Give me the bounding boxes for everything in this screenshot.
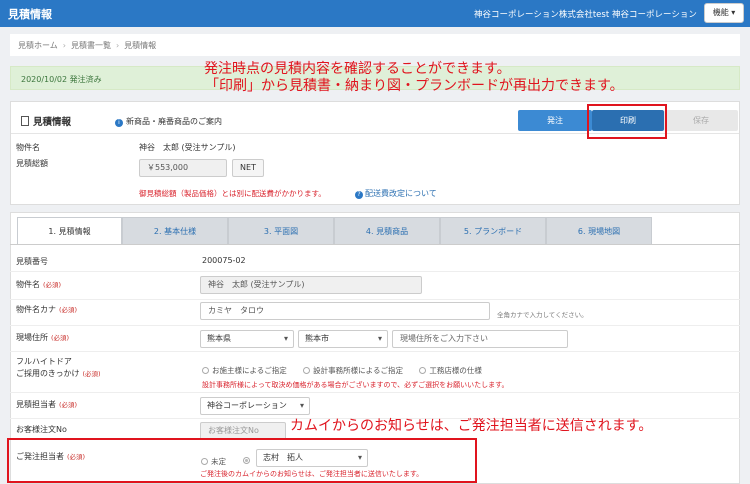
radio-owner-spec[interactable]: お施主様によるご指定 xyxy=(202,366,287,375)
total-label: 見積総額 xyxy=(16,159,48,168)
kana-label: 物件名カナ (必須) xyxy=(16,305,78,314)
site-address-input[interactable]: 現場住所をご入力下さい xyxy=(392,330,568,348)
annotation-line-2: 「印刷」から見積書・納まり図・プランボードが再出力できます。 xyxy=(205,78,624,94)
row-divider xyxy=(10,392,740,393)
radio-icon xyxy=(202,367,209,374)
prefecture-select[interactable]: 熊本県 xyxy=(200,330,294,348)
fullheight-note: 設計事務所様によって取決め価格がある場合がございますので、必ずご選択をお願いいた… xyxy=(202,381,509,389)
info-icon: i xyxy=(115,119,123,127)
save-button[interactable]: 保存 xyxy=(664,110,738,131)
kana-input[interactable]: カミヤ タロウ xyxy=(200,302,490,320)
city-select[interactable]: 熊本市 xyxy=(298,330,388,348)
row-divider xyxy=(10,299,740,300)
new-product-info-link[interactable]: i 新商品・廃番商品のご案内 xyxy=(115,116,222,127)
question-icon: ? xyxy=(355,191,363,199)
annotation-line-3: カムイからのお知らせは、ご発注担当者に送信されます。 xyxy=(290,418,653,434)
tab-plan-board[interactable]: 5. プランボード xyxy=(440,217,546,244)
net-button[interactable]: NET xyxy=(232,159,264,177)
status-text: 2020/10/02 発注済み xyxy=(21,75,102,84)
annotation-line-1: 発注時点の見積内容を確認することができます。 xyxy=(204,61,511,77)
fullheight-radio-group: お施主様によるご指定 設計事務所様によるご指定 工務店様の仕様 xyxy=(202,365,496,376)
tab-quote-info[interactable]: 1. 見積情報 xyxy=(17,217,122,244)
breadcrumb-current: 見積情報 xyxy=(124,41,157,50)
breadcrumb-home[interactable]: 見積ホーム xyxy=(18,41,58,50)
order-button[interactable]: 発注 xyxy=(518,110,592,131)
fullheight-label-line2: ご採用のきっかけ (必須) xyxy=(16,369,101,378)
top-bar: 見積情報 神谷コーポレーション株式会社test 神谷コーポレーション 機能 ▾ xyxy=(0,0,750,27)
breadcrumb-separator: › xyxy=(115,41,120,50)
row-divider xyxy=(10,271,740,272)
total-amount-field: ￥553,000 xyxy=(139,159,227,177)
property-name-input[interactable]: 神谷 太郎 (受注サンプル) xyxy=(200,276,422,294)
app-title: 見積情報 xyxy=(8,8,52,21)
radio-icon xyxy=(303,367,311,374)
quote-number-value: 200075-02 xyxy=(202,256,246,265)
print-highlight-box xyxy=(587,104,667,139)
customer-order-label: お客様注文No xyxy=(16,425,67,434)
property-name-value: 神谷 太郎 (受注サンプル) xyxy=(139,143,236,152)
staff-select[interactable]: 神谷コーポレーション xyxy=(200,397,310,415)
quote-number-label: 見積番号 xyxy=(16,257,48,266)
document-icon xyxy=(21,116,29,126)
delivery-fee-link[interactable]: ? 配送費改定について xyxy=(355,188,437,199)
caret-down-icon: ▾ xyxy=(731,8,736,17)
radio-builder-spec[interactable]: 工務店様の仕様 xyxy=(419,366,482,375)
tab-site-map[interactable]: 6. 現場地図 xyxy=(546,217,652,244)
radio-icon xyxy=(419,367,427,374)
breadcrumb-quote-list[interactable]: 見積書一覧 xyxy=(71,41,111,50)
delivery-fee-note: 御見積総額（製品価格）とは別に配送費がかかります。 xyxy=(139,189,326,198)
breadcrumb: 見積ホーム › 見積書一覧 › 見積情報 xyxy=(10,34,740,56)
fullheight-label-line1: フルハイトドア xyxy=(16,357,72,366)
kana-note: 全角カナで入力してください。 xyxy=(497,311,588,319)
staff-label: 見積担当者 (必須) xyxy=(16,400,78,409)
breadcrumb-separator: › xyxy=(62,41,66,50)
company-full-name: 神谷コーポレーション株式会社test xyxy=(474,10,610,20)
row-divider xyxy=(10,325,740,326)
tab-floor-plan[interactable]: 3. 平面図 xyxy=(228,217,334,244)
row-divider xyxy=(10,351,740,352)
form-property-label: 物件名 (必須) xyxy=(16,280,62,289)
function-menu-button[interactable]: 機能 ▾ xyxy=(704,3,744,23)
assignee-highlight-box xyxy=(7,438,477,483)
tab-basic-spec[interactable]: 2. 基本仕様 xyxy=(122,217,228,244)
site-address-label: 現場住所 (必須) xyxy=(16,333,70,342)
panel-title: 見積情報 xyxy=(21,114,71,128)
radio-design-office-spec[interactable]: 設計事務所様によるご指定 xyxy=(303,366,403,375)
tab-quote-products[interactable]: 4. 見積商品 xyxy=(334,217,440,244)
company-short-name: 神谷コーポレーション xyxy=(612,10,697,20)
tab-divider xyxy=(10,244,740,245)
property-name-label: 物件名 xyxy=(16,143,40,152)
